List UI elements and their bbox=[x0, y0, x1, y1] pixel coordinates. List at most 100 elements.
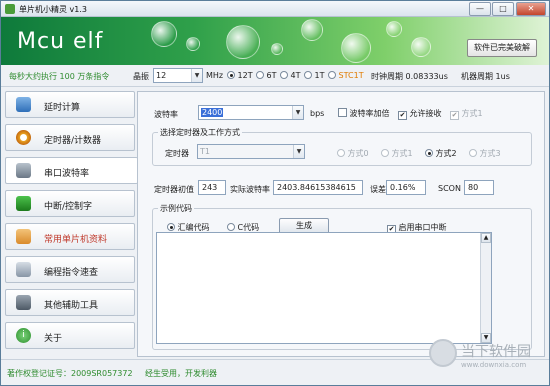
radio-icon bbox=[425, 149, 433, 157]
tools-icon bbox=[16, 295, 31, 310]
app-window: 单片机小精灵 v1.3 — □ ✕ Mcu elf 软件已完美破解 每秒大约执行… bbox=[0, 0, 550, 386]
machine-period: 机器周期 1us bbox=[461, 72, 510, 81]
bubble-decoration bbox=[226, 25, 260, 59]
radio-icon bbox=[167, 223, 175, 231]
vertical-scrollbar[interactable]: ▲ ▼ bbox=[480, 233, 491, 343]
serial-baud-panel: 波特率 2400 ▼ bps 波特率加倍 ✔ 允许接收 ✔ 方式1 选择定时器及… bbox=[137, 91, 545, 357]
check-mark-icon: ✔ bbox=[398, 111, 407, 120]
minimize-button[interactable]: — bbox=[469, 2, 491, 16]
bubble-decoration bbox=[301, 19, 323, 41]
bubble-decoration bbox=[386, 21, 402, 37]
crack-button[interactable]: 软件已完美破解 bbox=[467, 39, 537, 57]
double-baud-checkbox[interactable]: 波特率加倍 bbox=[338, 108, 390, 119]
sidebar-item-tools[interactable]: 其他辅助工具 bbox=[5, 289, 135, 316]
watermark: 当下软件园 www.downxia.com bbox=[429, 339, 549, 383]
mode-6t[interactable]: 6T bbox=[256, 71, 277, 80]
sidebar-item-instructions[interactable]: 编程指令速查 bbox=[5, 256, 135, 283]
info-icon: i bbox=[16, 328, 31, 343]
unit-label: MHz bbox=[206, 71, 224, 80]
chevron-down-icon: ▼ bbox=[293, 145, 304, 158]
radio-icon bbox=[337, 149, 345, 157]
checkbox-icon bbox=[338, 108, 347, 117]
watermark-url: www.downxia.com bbox=[461, 361, 527, 369]
scon-value[interactable]: 80 bbox=[464, 180, 494, 195]
scon-label: SCON bbox=[438, 184, 461, 193]
app-logo: Mcu elf bbox=[17, 29, 104, 54]
mode-2-radio[interactable]: 方式2 bbox=[425, 148, 457, 159]
check-mark-icon: ✔ bbox=[450, 111, 459, 120]
title-bar: 单片机小精灵 v1.3 — □ ✕ bbox=[1, 1, 549, 17]
timer-select[interactable]: T1 ▼ bbox=[197, 144, 305, 159]
slogan-text: 经生受用，开发利器 bbox=[145, 369, 217, 378]
crystal-value: 12 bbox=[156, 71, 167, 80]
group-title: 选择定时器及工作方式 bbox=[158, 127, 242, 138]
window-title: 单片机小精灵 v1.3 bbox=[19, 5, 87, 14]
mode-0-radio[interactable]: 方式0 bbox=[337, 148, 369, 159]
code-textarea[interactable]: ▲ ▼ bbox=[156, 232, 492, 344]
chevron-down-icon: ▼ bbox=[292, 106, 303, 119]
mode-stc1t[interactable]: STC1T bbox=[328, 71, 364, 80]
baud-unit: bps bbox=[310, 109, 325, 118]
bubble-decoration bbox=[151, 21, 177, 47]
mode-3-radio[interactable]: 方式3 bbox=[469, 148, 501, 159]
radio-icon bbox=[227, 223, 235, 231]
app-icon bbox=[5, 4, 15, 14]
handshake-icon bbox=[16, 229, 31, 244]
sidebar-item-delay[interactable]: 延时计算 bbox=[5, 91, 135, 118]
sidebar-item-about[interactable]: i 关于 bbox=[5, 322, 135, 349]
mode-1t[interactable]: 1T bbox=[304, 71, 325, 80]
timer-label: 定时器 bbox=[165, 149, 189, 158]
info-bar: 每秒大约执行 100 万条指令 晶振 12 ▼ MHz 12T 6T 4T 1T… bbox=[1, 65, 549, 87]
radio-icon bbox=[381, 149, 389, 157]
speed-text: 每秒大约执行 100 万条指令 bbox=[9, 72, 110, 81]
watermark-title: 当下软件园 bbox=[461, 344, 531, 360]
crystal-label: 晶振 bbox=[133, 72, 149, 81]
sidebar-item-mcu-data[interactable]: 常用单片机资料 bbox=[5, 223, 135, 250]
bubble-decoration bbox=[271, 43, 283, 55]
crystal-select[interactable]: 12 ▼ bbox=[153, 68, 203, 83]
init-value[interactable]: 243 bbox=[198, 180, 226, 195]
sidebar: 延时计算 定时器/计数器 串口波特率 中断/控制字 常用单片机资料 编程指令速查… bbox=[5, 91, 138, 357]
error-label: 误差 bbox=[370, 185, 386, 194]
delay-calc-icon bbox=[16, 97, 31, 112]
alarm-clock-icon bbox=[16, 130, 31, 145]
close-button[interactable]: ✕ bbox=[516, 2, 546, 16]
radio-icon bbox=[328, 71, 336, 79]
keyboard-icon bbox=[16, 262, 31, 277]
cert-text: 著作权登记证号：2009SR057372 bbox=[7, 369, 133, 378]
group-title: 示例代码 bbox=[158, 203, 194, 214]
watermark-logo-icon bbox=[429, 339, 457, 367]
timer-value: T1 bbox=[200, 147, 210, 156]
timer-mode-group: 选择定时器及工作方式 定时器 T1 ▼ 方式0 方式1 方式2 方式3 bbox=[152, 127, 532, 166]
actual-baud-value[interactable]: 2403.84615384615 bbox=[273, 180, 363, 195]
baud-select[interactable]: 2400 ▼ bbox=[198, 105, 304, 120]
sidebar-item-serial[interactable]: 串口波特率 bbox=[5, 157, 138, 184]
actual-baud-label: 实际波特率 bbox=[230, 185, 270, 194]
bubble-decoration bbox=[186, 37, 200, 51]
radio-icon bbox=[256, 71, 264, 79]
radio-icon bbox=[227, 71, 235, 79]
mode-4t[interactable]: 4T bbox=[280, 71, 301, 80]
sidebar-item-interrupt[interactable]: 中断/控制字 bbox=[5, 190, 135, 217]
chip-icon bbox=[16, 196, 31, 211]
mode-1-radio[interactable]: 方式1 bbox=[381, 148, 413, 159]
radio-icon bbox=[304, 71, 312, 79]
init-label: 定时器初值 bbox=[154, 185, 194, 194]
baud-value: 2400 bbox=[201, 108, 224, 117]
mode-12t[interactable]: 12T bbox=[227, 71, 253, 80]
baud-label: 波特率 bbox=[154, 110, 178, 119]
serial-port-icon bbox=[16, 163, 31, 178]
banner: Mcu elf 软件已完美破解 bbox=[1, 17, 549, 65]
chevron-down-icon: ▼ bbox=[191, 69, 202, 82]
maximize-button[interactable]: □ bbox=[492, 2, 514, 16]
radio-icon bbox=[469, 149, 477, 157]
bubble-decoration bbox=[341, 33, 371, 63]
sidebar-item-timer[interactable]: 定时器/计数器 bbox=[5, 124, 135, 151]
error-value[interactable]: 0.16% bbox=[386, 180, 426, 195]
allow-receive-checkbox[interactable]: ✔ 允许接收 bbox=[398, 108, 442, 120]
radio-icon bbox=[280, 71, 288, 79]
bubble-decoration bbox=[411, 37, 431, 57]
clock-period: 时钟周期 0.08333us bbox=[371, 72, 448, 81]
scroll-up-icon[interactable]: ▲ bbox=[481, 233, 491, 243]
mode1-checkbox[interactable]: ✔ 方式1 bbox=[450, 108, 483, 120]
